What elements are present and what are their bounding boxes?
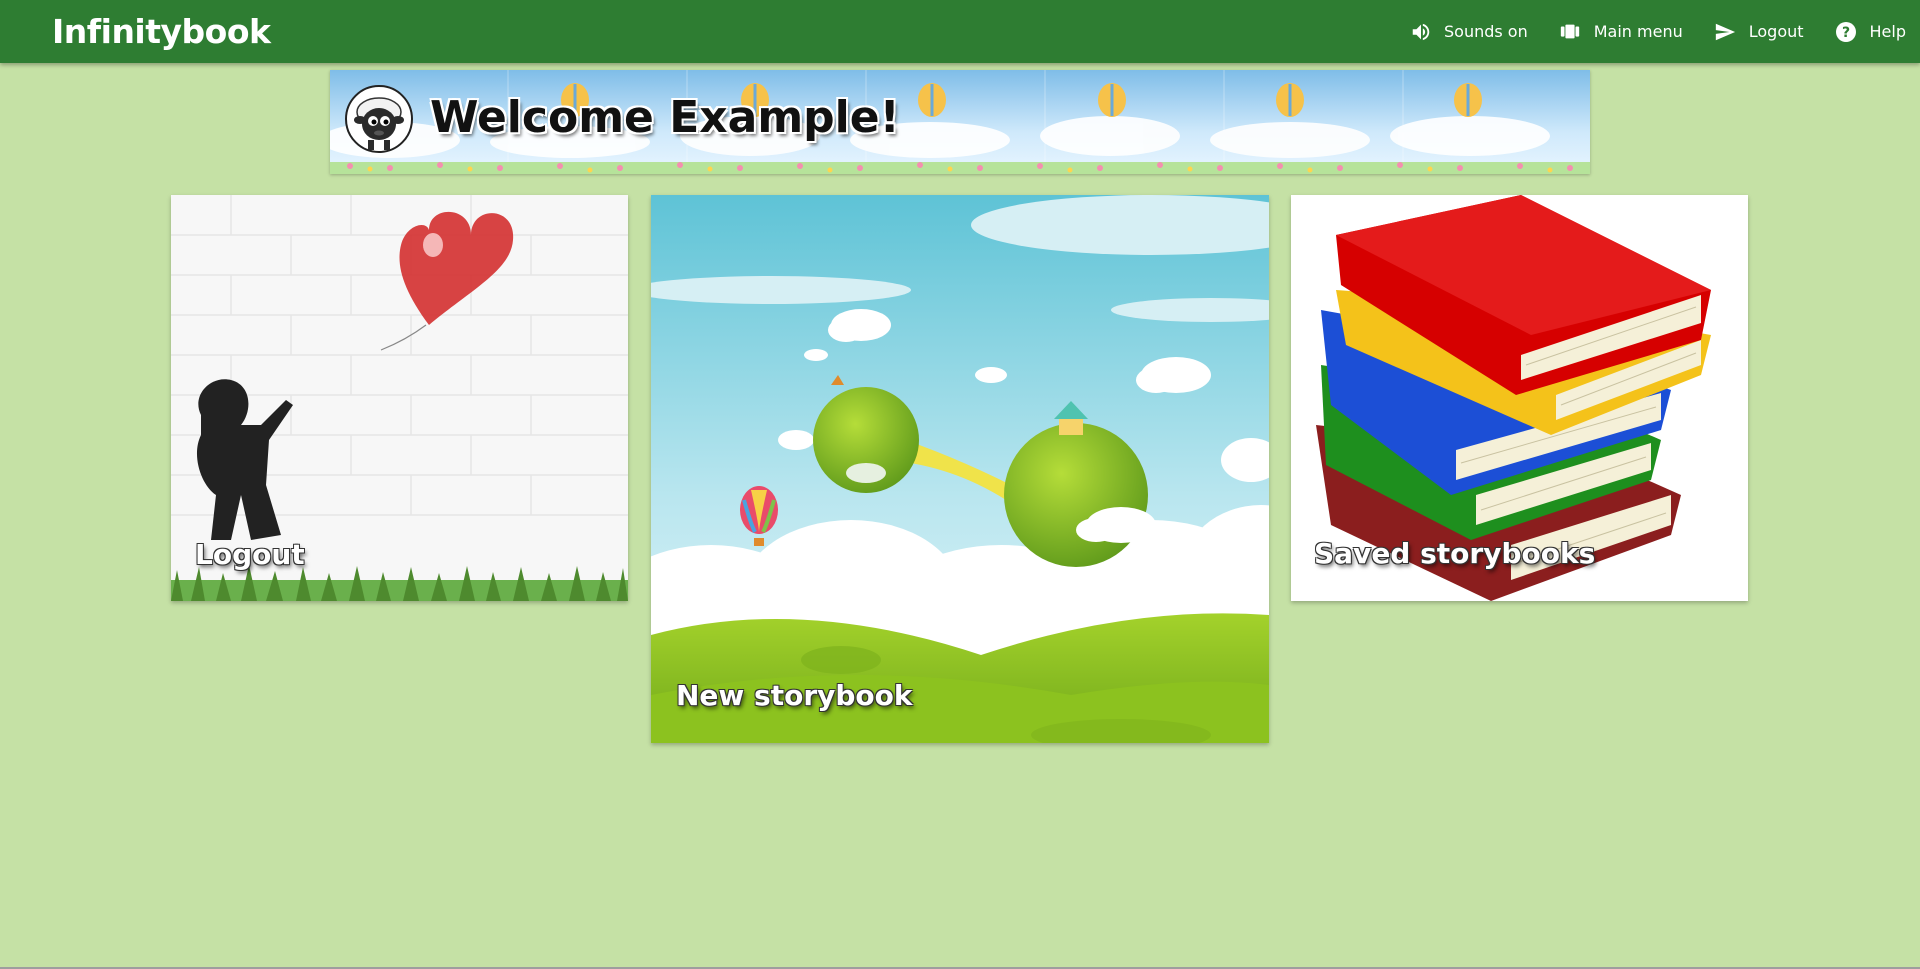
welcome-banner: Welcome Example! [330,70,1590,174]
app-brand[interactable]: Infinitybook [52,12,271,51]
new-storybook-card-label: New storybook [676,679,913,712]
top-app-bar: Infinitybook Sounds on Main menu Logout [0,0,1920,63]
welcome-title: Welcome Example! [429,91,901,144]
carousel-icon [1560,24,1579,38]
logout-label: Logout [1748,22,1804,41]
saved-storybooks-card-label: Saved storybooks [1314,537,1596,570]
logout-card[interactable]: Logout [171,195,628,601]
saved-storybooks-card[interactable]: Saved storybooks [1291,195,1748,601]
top-nav: Sounds on Main menu Logout ? Help [1380,0,1906,63]
send-icon [1715,23,1735,40]
sheep-icon [345,85,413,153]
svg-text:?: ? [1841,25,1849,41]
logout-card-label: Logout [195,538,305,571]
main-menu-label: Main menu [1593,22,1683,41]
sounds-toggle-label: Sounds on [1444,22,1528,41]
help-label: Help [1869,22,1906,41]
help-button[interactable]: ? Help [1834,20,1906,44]
main-menu-button[interactable]: Main menu [1558,21,1683,43]
speaker-icon [1412,23,1430,40]
help-icon: ? [1835,21,1856,42]
sky-planets-image [651,195,1269,743]
sounds-toggle-button[interactable]: Sounds on [1410,21,1528,43]
new-storybook-card[interactable]: New storybook [651,195,1269,743]
logout-button[interactable]: Logout [1713,21,1804,43]
